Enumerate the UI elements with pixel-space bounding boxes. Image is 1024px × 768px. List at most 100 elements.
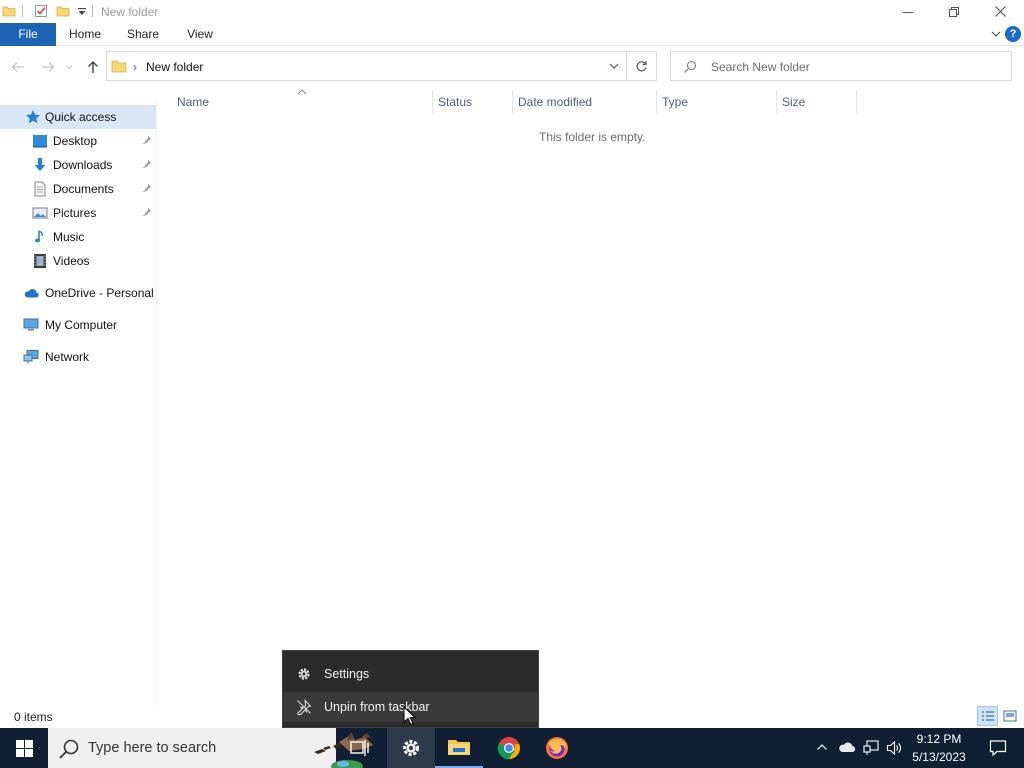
taskbar-file-explorer-app[interactable] <box>435 728 483 768</box>
nav-label: Downloads <box>53 158 113 172</box>
onedrive-tray-icon[interactable] <box>838 740 856 757</box>
nav-item-downloads[interactable]: Downloads <box>0 153 156 177</box>
music-icon <box>35 230 43 243</box>
tab-view[interactable]: View <box>178 23 222 46</box>
chevron-right-icon[interactable]: › <box>133 60 137 74</box>
taskbar-firefox-app[interactable] <box>533 728 581 768</box>
restore-button[interactable] <box>931 0 977 23</box>
address-bar[interactable]: › New folder <box>106 51 627 81</box>
mouse-cursor-icon <box>403 706 416 726</box>
forward-arrow-icon <box>42 62 55 72</box>
up-button[interactable] <box>83 57 103 77</box>
taskbar-settings-app[interactable] <box>387 728 435 768</box>
pin-icon[interactable] <box>142 159 152 169</box>
show-hidden-icons-button[interactable] <box>816 741 828 756</box>
nav-label: Quick access <box>45 110 117 124</box>
new-folder-icon[interactable] <box>56 4 70 18</box>
taskbar: Type here to search 9:12 PM 5/13/2023 <box>0 728 1024 768</box>
properties-icon[interactable] <box>34 4 48 18</box>
start-button[interactable] <box>0 728 48 768</box>
column-name[interactable]: Name <box>177 95 209 109</box>
restore-icon <box>949 6 959 17</box>
star-icon <box>26 110 40 124</box>
pin-icon[interactable] <box>142 135 152 145</box>
details-view-button[interactable] <box>977 706 998 726</box>
video-icon <box>34 254 46 268</box>
windows-logo-icon <box>15 739 33 757</box>
nav-item-music[interactable]: Music <box>0 225 156 249</box>
column-divider[interactable] <box>512 90 513 114</box>
taskbar-search-input[interactable]: Type here to search <box>88 740 216 756</box>
details-view-icon <box>981 711 994 721</box>
nav-label: Documents <box>53 182 114 196</box>
menu-item-label: Settings <box>324 667 370 681</box>
column-status[interactable]: Status <box>438 95 472 109</box>
nav-label: My Computer <box>45 318 118 332</box>
network-tray-icon[interactable] <box>863 740 879 759</box>
nav-label: Network <box>45 350 90 364</box>
forward-button[interactable] <box>38 57 58 77</box>
search-input[interactable]: Search New folder <box>711 60 810 74</box>
nav-item-pictures[interactable]: Pictures <box>0 201 156 225</box>
cloud-icon <box>839 742 856 753</box>
nav-item-documents[interactable]: Documents <box>0 177 156 201</box>
clock-time[interactable]: 9:12 PM <box>913 732 965 746</box>
nav-label: Pictures <box>53 206 97 220</box>
tab-home[interactable]: Home <box>61 23 109 46</box>
navigation-pane: Quick access Desktop Downloads Documents <box>0 100 157 705</box>
item-count: 0 items <box>14 710 53 724</box>
column-divider[interactable] <box>656 90 657 114</box>
close-button[interactable] <box>977 0 1023 23</box>
column-type[interactable]: Type <box>662 95 688 109</box>
nav-item-my-computer[interactable]: My Computer <box>0 313 156 337</box>
nav-item-desktop[interactable]: Desktop <box>0 129 156 153</box>
clock-date[interactable]: 5/13/2023 <box>906 750 972 764</box>
search-icon <box>59 739 79 759</box>
window-title: New folder <box>101 5 159 19</box>
sort-ascending-icon <box>297 89 307 95</box>
back-button[interactable] <box>8 57 28 77</box>
tab-file[interactable]: File <box>0 23 56 46</box>
column-divider[interactable] <box>776 90 777 114</box>
separator <box>92 5 93 17</box>
ribbon-tabs: File Home Share View ? <box>0 23 1024 46</box>
pin-icon[interactable] <box>142 207 152 217</box>
taskbar-chrome-app[interactable] <box>485 728 533 768</box>
menu-item-settings[interactable]: Settings <box>283 659 538 689</box>
nav-item-videos[interactable]: Videos <box>0 249 156 273</box>
nav-label: Music <box>53 230 85 244</box>
column-divider[interactable] <box>856 90 857 114</box>
firefox-icon <box>546 737 568 759</box>
taskbar-search-box[interactable]: Type here to search <box>48 728 373 768</box>
column-divider[interactable] <box>432 90 433 114</box>
column-size[interactable]: Size <box>782 95 805 109</box>
volume-tray-icon[interactable] <box>886 740 902 759</box>
pin-icon[interactable] <box>142 183 152 193</box>
help-icon[interactable]: ? <box>1005 26 1021 42</box>
nav-item-network[interactable]: Network <box>0 345 156 369</box>
unpin-icon <box>297 699 312 715</box>
expand-ribbon-icon[interactable] <box>990 28 1002 40</box>
nav-item-onedrive[interactable]: OneDrive - Personal <box>0 281 156 305</box>
large-icons-view-button[interactable] <box>999 706 1020 726</box>
network-icon <box>23 350 39 364</box>
customize-qat-icon[interactable] <box>75 4 89 18</box>
chevron-down-icon[interactable] <box>608 61 620 71</box>
separator <box>22 5 23 17</box>
action-center-button[interactable] <box>976 728 1020 768</box>
task-view-button[interactable] <box>336 728 384 768</box>
cloud-icon <box>24 289 39 298</box>
notification-icon <box>989 740 1007 757</box>
pictures-icon <box>32 207 48 219</box>
minimize-button[interactable] <box>885 0 931 23</box>
tab-share[interactable]: Share <box>120 23 166 46</box>
refresh-button[interactable] <box>627 51 657 81</box>
address-row: › New folder Search New folder <box>0 47 1024 87</box>
address-path[interactable]: New folder <box>146 60 203 74</box>
column-date-modified[interactable]: Date modified <box>518 95 592 109</box>
title-bar: New folder <box>0 0 1024 23</box>
search-box[interactable]: Search New folder <box>670 51 1012 81</box>
recent-locations-button[interactable] <box>62 57 76 77</box>
nav-item-quick-access[interactable]: Quick access <box>0 105 156 129</box>
minimize-icon <box>903 11 913 13</box>
